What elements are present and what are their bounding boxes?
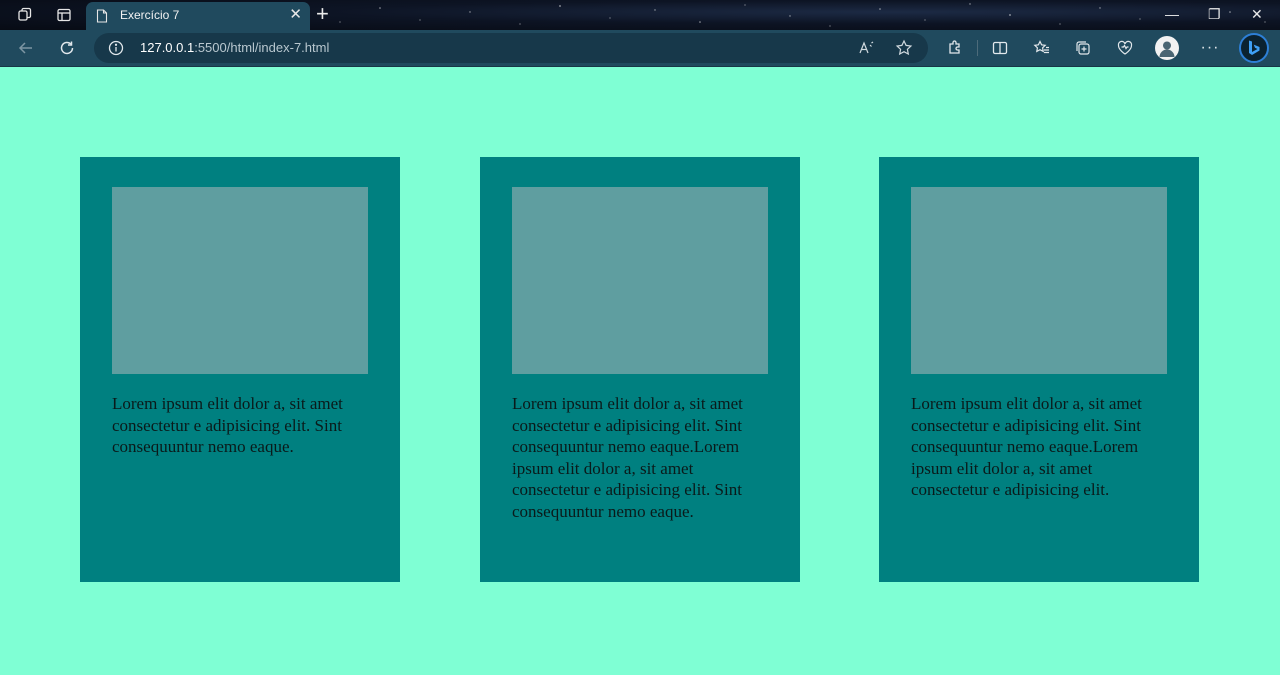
card-2: Lorem ipsum elit dolor a, sit amet conse… [480, 157, 800, 582]
tab-close-button[interactable]: ✕ [289, 7, 302, 23]
extensions-icon[interactable] [943, 36, 967, 60]
card-text: Lorem ipsum elit dolor a, sit amet conse… [911, 394, 1142, 500]
card-text: Lorem ipsum elit dolor a, sit amet conse… [512, 394, 743, 521]
title-bar: Exercício 7 ✕ + — ❐ ✕ [0, 0, 1280, 30]
vertical-tabs-icon[interactable] [53, 4, 75, 26]
split-screen-icon[interactable] [988, 36, 1012, 60]
card-image-placeholder [112, 187, 368, 374]
new-tab-button[interactable]: + [316, 3, 329, 25]
address-bar[interactable]: 127.0.0.1:5500/html/index-7.html [94, 33, 928, 63]
browser-essentials-icon[interactable] [1113, 36, 1137, 60]
collections-icon[interactable] [1071, 36, 1095, 60]
toolbar-divider [977, 40, 978, 56]
refresh-icon[interactable] [55, 36, 79, 60]
favorites-icon[interactable] [1030, 36, 1054, 60]
card-image-placeholder [512, 187, 768, 374]
page-viewport: Lorem ipsum elit dolor a, sit amet conse… [0, 67, 1275, 675]
scrollbar-gutter[interactable] [1275, 67, 1280, 675]
card-text: Lorem ipsum elit dolor a, sit amet conse… [112, 394, 343, 457]
tab-title: Exercício 7 [120, 8, 180, 22]
url-path: :5500/html/index-7.html [194, 40, 330, 55]
close-window-button[interactable]: ✕ [1251, 6, 1263, 22]
card-image-placeholder [911, 187, 1167, 374]
read-aloud-icon[interactable] [854, 36, 878, 60]
card-3: Lorem ipsum elit dolor a, sit amet conse… [879, 157, 1199, 582]
card-1: Lorem ipsum elit dolor a, sit amet conse… [80, 157, 400, 582]
profile-avatar[interactable] [1155, 36, 1179, 60]
back-icon[interactable] [14, 36, 38, 60]
url-host: 127.0.0.1 [140, 40, 195, 55]
url-text[interactable]: 127.0.0.1:5500/html/index-7.html [140, 40, 329, 55]
minimize-button[interactable]: — [1165, 6, 1179, 22]
restore-button[interactable]: ❐ [1208, 6, 1221, 22]
favorite-star-icon[interactable] [892, 36, 916, 60]
page-icon [96, 9, 108, 23]
tab-exercicio-7[interactable]: Exercício 7 ✕ [86, 2, 310, 30]
site-info-icon[interactable] [108, 40, 124, 56]
workspaces-icon[interactable] [14, 4, 36, 26]
more-menu-button[interactable]: ··· [1198, 36, 1222, 60]
bing-copilot-icon[interactable] [1239, 33, 1269, 63]
browser-toolbar: 127.0.0.1:5500/html/index-7.html ··· [0, 30, 1280, 67]
